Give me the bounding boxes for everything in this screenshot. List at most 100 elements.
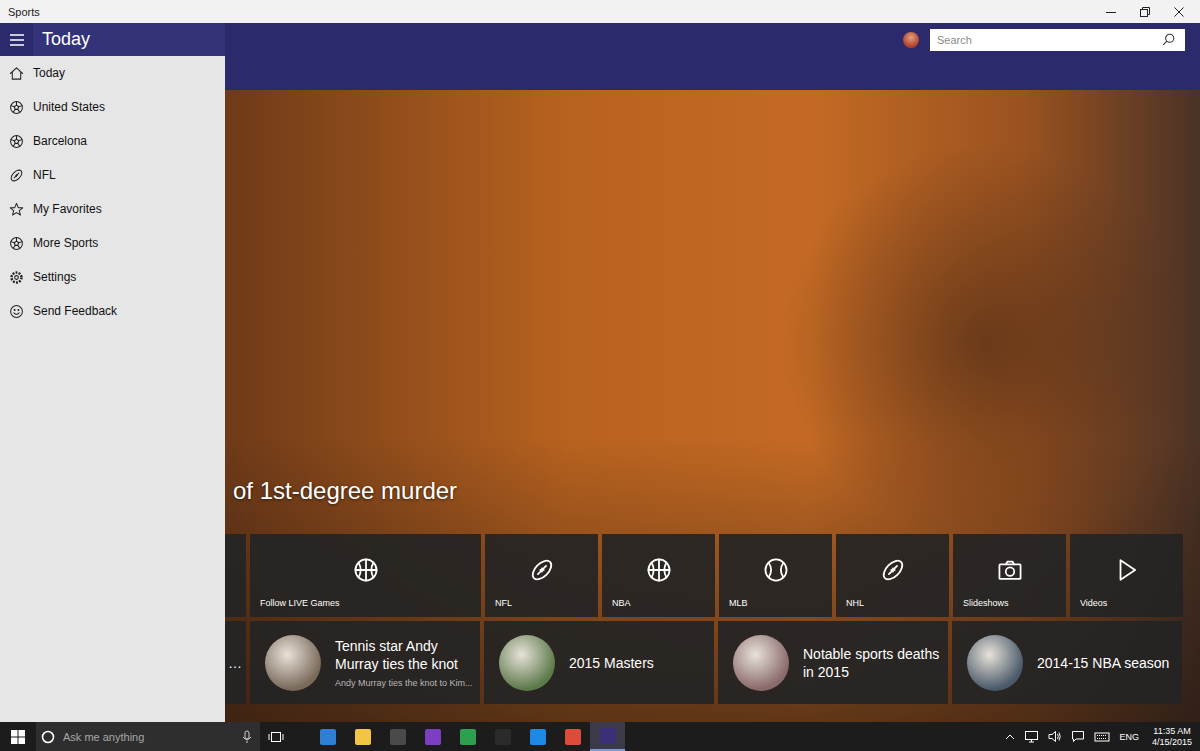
taskbar-app[interactable]	[590, 722, 625, 751]
taskbar-app[interactable]	[485, 722, 520, 751]
start-button[interactable]	[0, 722, 36, 751]
taskbar-app[interactable]	[380, 722, 415, 751]
search-icon[interactable]	[1162, 33, 1175, 46]
sidebar-item[interactable]: NFL	[0, 158, 225, 192]
task-view-button[interactable]	[260, 722, 292, 751]
search-box[interactable]: Search	[930, 29, 1185, 51]
quick-link-label: MLB	[719, 598, 832, 617]
task-view-icon	[268, 731, 284, 743]
sidebar-item[interactable]: Send Feedback	[0, 294, 225, 328]
sidebar-label: Barcelona	[33, 134, 87, 148]
microphone-icon[interactable]	[242, 730, 252, 744]
app-icon	[390, 729, 406, 745]
story-thumbnail	[967, 635, 1023, 691]
taskbar-app[interactable]	[450, 722, 485, 751]
keyboard-icon[interactable]	[1094, 731, 1110, 743]
menu-button[interactable]	[0, 23, 33, 56]
minimize-button[interactable]	[1094, 0, 1128, 23]
sidebar-label: NFL	[33, 168, 56, 182]
pinned-apps	[310, 722, 625, 751]
soccer-icon	[9, 134, 24, 149]
quick-link-label: NFL	[485, 598, 598, 617]
window-title: Sports	[8, 6, 40, 18]
hero-photo[interactable]: of 1st-degree murder Follow LIVE Games N…	[225, 90, 1200, 722]
taskbar-app[interactable]	[555, 722, 590, 751]
clock-date: 4/15/2015	[1152, 737, 1192, 748]
hamburger-icon	[9, 33, 25, 47]
main-content: of 1st-degree murder Follow LIVE Games N…	[225, 56, 1200, 722]
network-icon[interactable]	[1024, 730, 1039, 743]
quick-link-tile[interactable]: Slideshows	[953, 534, 1066, 617]
sidebar-label: Today	[33, 66, 65, 80]
story-tile[interactable]: …	[225, 621, 246, 704]
taskbar-app[interactable]	[345, 722, 380, 751]
story-tile[interactable]: 2015 Masters	[484, 621, 714, 704]
football-icon	[880, 557, 906, 583]
football-icon	[529, 557, 555, 583]
baseball-icon	[763, 557, 789, 583]
story-tile[interactable]: Tennis star Andy Murray ties the knot An…	[250, 621, 480, 704]
home-icon	[9, 66, 24, 81]
taskbar-app[interactable]	[310, 722, 345, 751]
notifications-icon[interactable]	[1071, 730, 1085, 743]
app-icon	[425, 729, 441, 745]
clock[interactable]: 11:35 AM 4/15/2015	[1152, 726, 1192, 748]
quick-link-tile[interactable]: NHL	[836, 534, 949, 617]
soccer-icon	[9, 236, 24, 251]
sidebar-label: My Favorites	[33, 202, 102, 216]
cortana-placeholder: Ask me anything	[63, 731, 234, 743]
soccer-icon	[9, 100, 24, 115]
cortana-icon	[41, 730, 55, 744]
quick-link-tile[interactable]: NFL	[485, 534, 598, 617]
sidebar-item[interactable]: United States	[0, 90, 225, 124]
page-title: Today	[33, 23, 225, 56]
windows-logo-icon	[11, 730, 25, 744]
sports-app-screen: Sports Today Search Today United States …	[0, 0, 1200, 751]
partial-tile[interactable]	[225, 534, 246, 617]
title-bar: Sports	[0, 0, 1200, 23]
quick-link-label: Videos	[1070, 598, 1183, 617]
smiley-icon	[9, 304, 24, 319]
taskbar-app[interactable]	[520, 722, 555, 751]
quick-link-tile[interactable]: Videos	[1070, 534, 1183, 617]
taskbar-app[interactable]	[415, 722, 450, 751]
story-thumbnail	[733, 635, 789, 691]
story-title: 2015 Masters	[569, 654, 654, 672]
hero-headline[interactable]: of 1st-degree murder	[233, 477, 1200, 505]
sidebar-label: United States	[33, 100, 105, 114]
story-tile[interactable]: Notable sports deaths in 2015	[718, 621, 948, 704]
quick-link-tile[interactable]: MLB	[719, 534, 832, 617]
app-body: Today United States Barcelona NFL My Fav…	[0, 56, 1200, 722]
sidebar-item[interactable]: Settings	[0, 260, 225, 294]
stories: … Tennis star Andy Murray ties the knot …	[225, 621, 1200, 704]
sidebar-label: Settings	[33, 270, 76, 284]
app-icon	[355, 729, 371, 745]
chevron-up-icon[interactable]	[1005, 733, 1015, 741]
basketball-icon	[646, 557, 672, 583]
story-title: …	[228, 654, 242, 672]
gear-icon	[9, 270, 24, 285]
volume-icon[interactable]	[1048, 730, 1062, 743]
sidebar-item[interactable]: My Favorites	[0, 192, 225, 226]
story-tile[interactable]: 2014-15 NBA season	[952, 621, 1182, 704]
clock-time: 11:35 AM	[1153, 726, 1190, 737]
close-button[interactable]	[1162, 0, 1196, 23]
sidebar: Today United States Barcelona NFL My Fav…	[0, 56, 225, 722]
restore-button[interactable]	[1128, 0, 1162, 23]
user-avatar[interactable]	[903, 32, 919, 48]
football-icon	[9, 168, 24, 183]
quick-link-tile[interactable]: NBA	[602, 534, 715, 617]
app-icon	[495, 729, 511, 745]
play-icon	[1114, 557, 1140, 583]
sidebar-item[interactable]: More Sports	[0, 226, 225, 260]
story-title: 2014-15 NBA season	[1037, 654, 1169, 672]
sidebar-item[interactable]: Today	[0, 56, 225, 90]
taskbar: Ask me anything ENG 11:35 AM 4/15/2015	[0, 722, 1200, 751]
restore-icon	[1140, 7, 1150, 17]
sidebar-item[interactable]: Barcelona	[0, 124, 225, 158]
star-icon	[9, 202, 24, 217]
cortana-search[interactable]: Ask me anything	[36, 722, 260, 751]
quick-link-tile[interactable]: Follow LIVE Games	[250, 534, 481, 617]
language-indicator[interactable]: ENG	[1119, 732, 1139, 742]
sidebar-label: Send Feedback	[33, 304, 117, 318]
